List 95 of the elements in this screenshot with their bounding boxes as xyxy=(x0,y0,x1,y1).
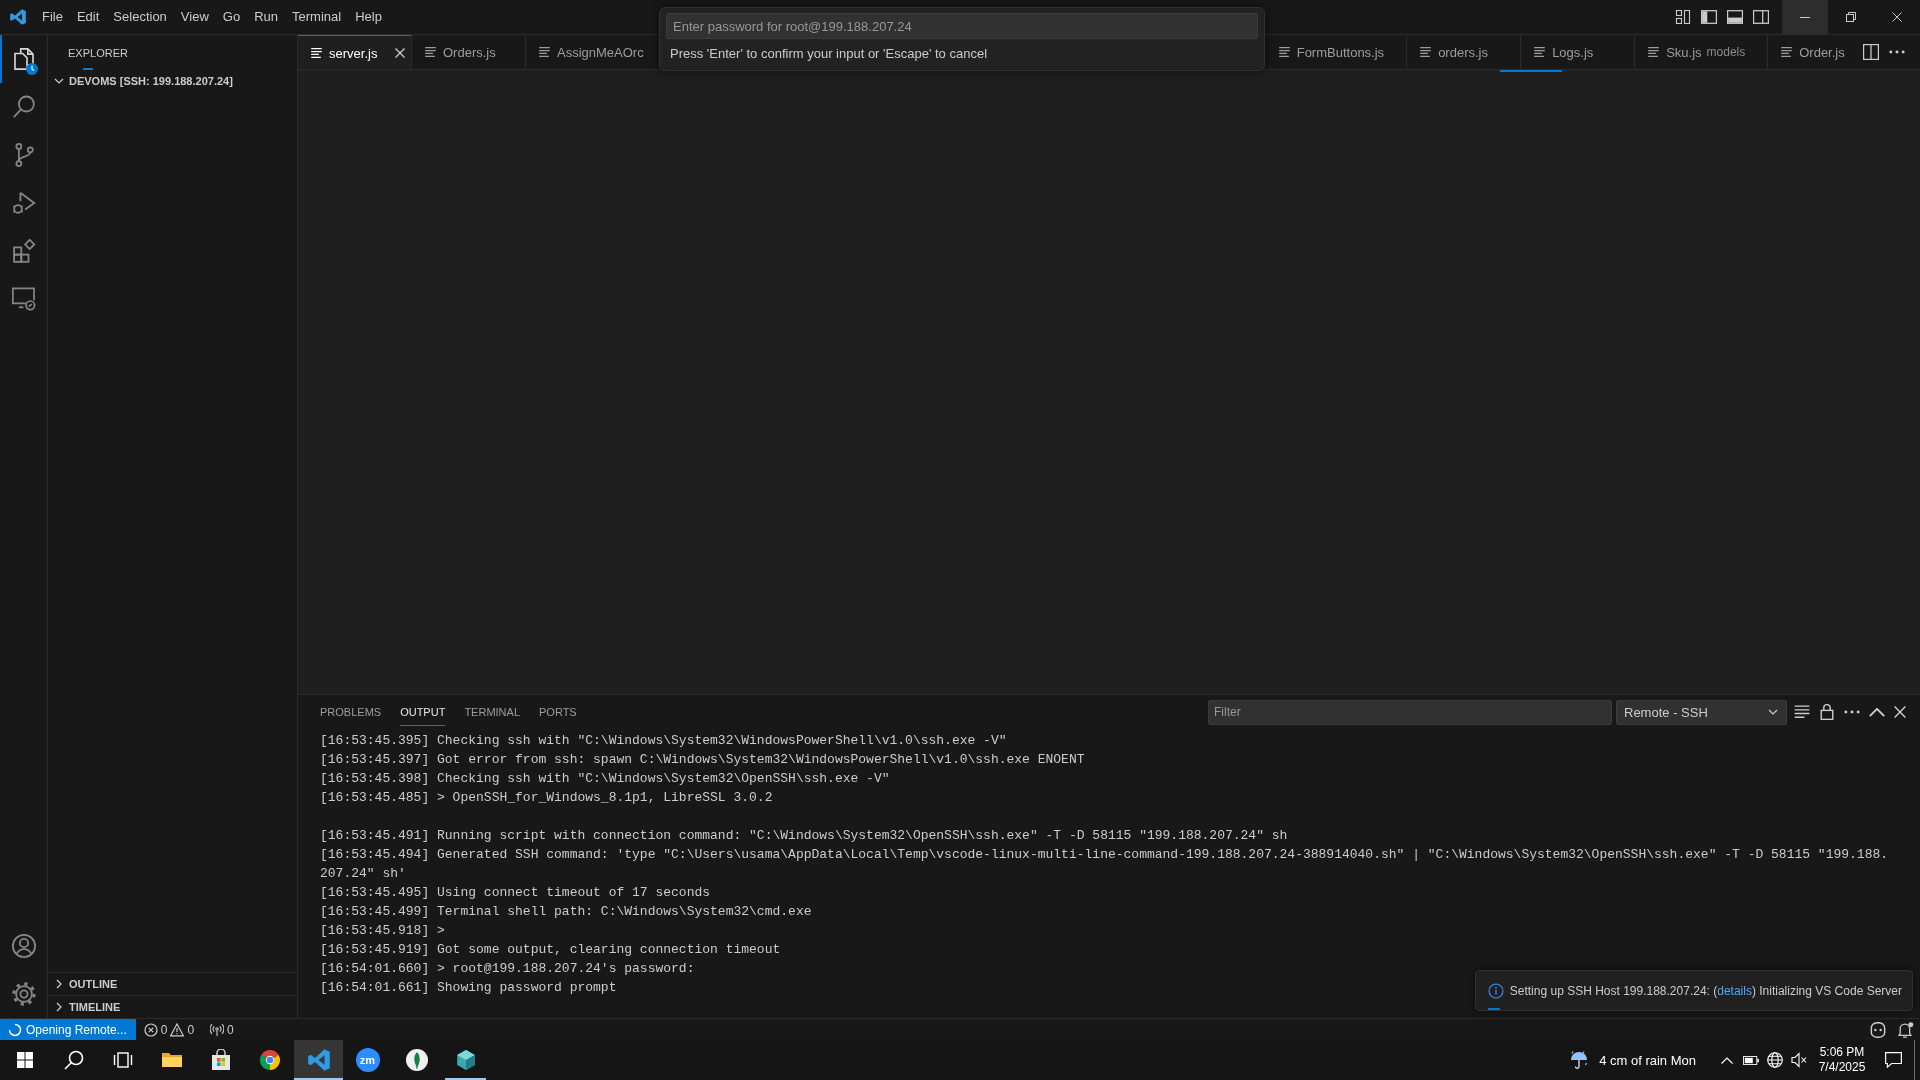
document-lines-icon xyxy=(311,48,322,58)
settings-icon xyxy=(11,982,36,1006)
speech-bubble-icon[interactable] xyxy=(1884,1052,1902,1068)
spinner-icon xyxy=(8,1022,22,1037)
shopping-bag-icon xyxy=(209,1049,232,1071)
search-icon xyxy=(63,1050,84,1070)
section-header[interactable]: TIMELINE xyxy=(48,996,297,1018)
filter-field[interactable]: Filter xyxy=(1208,699,1612,725)
chevron-right-icon xyxy=(56,979,62,989)
weather-button[interactable]: 4 cm of rain Mon xyxy=(1561,1040,1708,1080)
panel-tab[interactable]: TERMINAL xyxy=(464,698,520,726)
hexagon-icon xyxy=(454,1049,477,1071)
menu-item[interactable]: File xyxy=(35,6,70,28)
chevron-up-icon[interactable] xyxy=(1869,707,1885,717)
menu-item[interactable]: View xyxy=(173,6,216,28)
more-icon[interactable] xyxy=(1889,50,1905,54)
output-line: [16:53:45.397] Got error from ssh: spawn C:\Windows\System32\WindowsPowerShell\v1.0\ssh.exe ENOENT xyxy=(320,751,1085,769)
ports-status-button[interactable]: 0 xyxy=(202,1019,242,1040)
output-line: [16:53:45.495] Using connect timeout of 17 seconds xyxy=(320,884,711,902)
menu-item[interactable]: Go xyxy=(215,6,248,28)
split-editor-icon[interactable] xyxy=(1863,44,1879,60)
close-icon[interactable] xyxy=(395,48,405,58)
output-line: [16:53:45.398] Checking ssh with "C:\Windows\System32\OpenSSH\ssh.exe -V" xyxy=(320,770,890,788)
panel-tab[interactable]: PROBLEMS xyxy=(320,698,382,726)
ring-logo-icon xyxy=(258,1049,281,1071)
blocks-icon xyxy=(11,239,36,263)
account-icon xyxy=(11,934,36,958)
output-line: [16:53:45.918] > xyxy=(320,922,445,940)
notification-message: Setting up SSH Host 199.188.207.24: (details) Initializing VS Code Server xyxy=(1509,983,1902,998)
output-line: [16:53:45.491] Running script with connection command: "C:\Windows\System32\OpenSSH\ssh.exe" -T -D 58115 "199.188.207.24" sh xyxy=(320,827,1288,845)
list-icon[interactable] xyxy=(1794,704,1810,720)
menu-item[interactable]: Run xyxy=(247,6,285,28)
split-layout-icon[interactable] xyxy=(1753,10,1769,24)
robot-face-icon[interactable] xyxy=(1870,1021,1886,1038)
output-line: [16:53:45.499] Terminal shell path: C:\Windows\System32\cmd.exe xyxy=(320,903,812,921)
sidebar-title: EXPLORER xyxy=(68,46,128,59)
close-icon xyxy=(1892,12,1902,22)
minimize-icon xyxy=(1800,16,1810,18)
channel-dropdown[interactable]: Remote - SSH xyxy=(1616,699,1787,725)
document-lines-icon xyxy=(1781,47,1793,57)
taskbar-app-button[interactable] xyxy=(294,1040,343,1080)
search-icon xyxy=(11,95,36,119)
editor-tab[interactable]: server.js xyxy=(298,35,412,69)
window-panes-icon xyxy=(16,1052,33,1068)
panel-tab[interactable]: PORTS xyxy=(539,698,577,726)
logo-icon xyxy=(9,9,26,25)
globe-icon[interactable] xyxy=(1767,1052,1783,1068)
password-field[interactable]: Enter password for root@199.188.207.24 xyxy=(666,13,1258,39)
leaf-icon xyxy=(405,1049,428,1071)
umbrella-rain-icon xyxy=(1569,1050,1590,1070)
document-lines-icon xyxy=(1278,47,1290,57)
menu-item[interactable]: Selection xyxy=(106,6,174,28)
output-line: [16:53:45.494] Generated SSH command: 'type "C:\Users\usama\AppData\Local\Temp\vscode-linux-multi-line-command-199.188.207.24-388914040.sh" | "C:\Windows\System32\OpenSSH\ssh.exe" -T -D 58115 "199.188.207.24" sh' xyxy=(320,846,1890,883)
radio-tower-icon xyxy=(210,1022,225,1037)
document-lines-icon xyxy=(1648,47,1660,57)
layout-grid-icon[interactable] xyxy=(1675,10,1691,24)
output-line: [16:54:01.661] Showing password prompt xyxy=(320,979,617,997)
document-lines-icon xyxy=(1420,47,1432,57)
output-line: [16:53:45.395] Checking ssh with "C:\Windows\System32\WindowsPowerShell\v1.0\ssh.exe -V" xyxy=(320,732,1007,750)
details-link[interactable]: details xyxy=(1717,983,1752,998)
info-icon xyxy=(1487,982,1504,999)
menu-item[interactable]: Help xyxy=(348,6,389,28)
output-line: [16:53:45.919] Got some output, clearing connection timeout xyxy=(320,941,781,959)
play-bug-icon xyxy=(11,191,36,215)
menu-item[interactable]: Edit xyxy=(69,6,107,28)
warning-icon xyxy=(170,1022,185,1037)
remote-status-button[interactable]: Opening Remote... xyxy=(0,1019,136,1040)
monitor-icon xyxy=(11,287,36,311)
problems-status-button[interactable]: 0 0 xyxy=(135,1019,203,1040)
restore-icon xyxy=(1846,12,1856,22)
chevron-right-icon xyxy=(56,1002,62,1012)
document-lines-icon xyxy=(539,47,550,57)
chevron-down-icon xyxy=(1768,709,1778,715)
output-line: [16:53:45.485] > OpenSSH_for_Windows_8.1p1, LibreSSL 3.0.2 xyxy=(320,789,773,807)
panel-toggle-icon[interactable] xyxy=(1727,10,1743,24)
panel-tab[interactable]: OUTPUT xyxy=(400,698,446,726)
quick-input-message: Press 'Enter' to confirm your input or 'Escape' to cancel xyxy=(669,45,988,62)
output-line: [16:54:01.660] > root@199.188.207.24's password: xyxy=(320,960,695,978)
battery-icon[interactable] xyxy=(1743,1055,1759,1065)
speaker-muted-icon[interactable] xyxy=(1791,1052,1807,1068)
logo-icon xyxy=(307,1049,330,1071)
section-header[interactable]: OUTLINE xyxy=(48,973,297,995)
lock-icon[interactable] xyxy=(1819,704,1835,720)
close-icon[interactable] xyxy=(1894,706,1906,718)
document-lines-icon xyxy=(425,47,436,57)
files-icon xyxy=(11,47,36,71)
task-view-icon xyxy=(112,1050,133,1070)
menu-item[interactable]: Terminal xyxy=(285,6,349,28)
sidebar-toggle-icon[interactable] xyxy=(1701,10,1717,24)
document-lines-icon xyxy=(1534,47,1546,57)
chevron-down-icon xyxy=(54,78,64,84)
section-header[interactable]: DEVOMS [SSH: 199.188.207.24] xyxy=(48,70,297,92)
more-icon[interactable] xyxy=(1844,710,1860,714)
error-icon xyxy=(143,1022,158,1037)
clock-button[interactable]: 5:06 PM 7/4/2025 xyxy=(1811,1040,1873,1080)
